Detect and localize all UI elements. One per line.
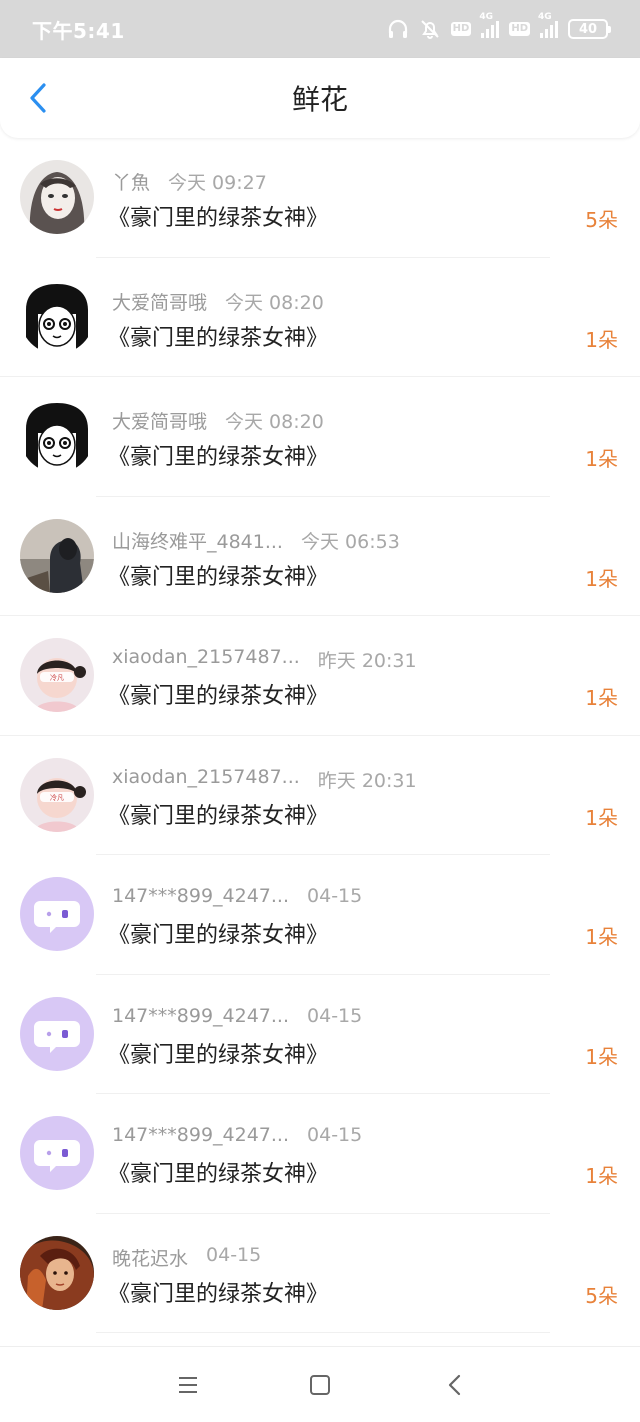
timestamp: 昨天 20:31	[317, 650, 417, 672]
svg-text:冷凡: 冷凡	[50, 793, 64, 802]
default-chat-avatar[interactable]	[20, 1116, 94, 1190]
flower-count: 5朵	[585, 208, 618, 232]
timestamp: 04-15	[307, 1124, 363, 1146]
timestamp: 昨天 20:31	[317, 769, 417, 792]
book-title[interactable]: 《豪门里的绿茶女神》	[108, 1037, 328, 1069]
list-item[interactable]: 大爱简哥哦 今天 08:20 《豪门里的绿茶女神》 1朵	[0, 377, 640, 497]
battery-icon: 40	[568, 19, 611, 39]
item-meta: xiaodan_2157487... 昨天 20:31	[112, 766, 417, 793]
list-item[interactable]: 山海终难平_4841... 今天 06:53 《豪门里的绿茶女神》 1朵	[0, 497, 640, 616]
list-item[interactable]: 丫魚 今天 09:27 《豪门里的绿茶女神》 5朵	[0, 138, 640, 258]
default-chat-avatar[interactable]	[20, 877, 94, 951]
item-meta: 大爱简哥哦 今天 08:20	[112, 407, 324, 434]
book-title[interactable]: 《豪门里的绿茶女神》	[108, 1156, 328, 1188]
list-item[interactable]: 大爱简哥哦 今天 08:20 《豪门里的绿茶女神》 1朵	[0, 258, 640, 377]
system-back-button[interactable]	[440, 1371, 468, 1399]
bell-muted-icon	[419, 19, 441, 39]
flower-count: 1朵	[585, 566, 618, 591]
page-title: 鲜花	[291, 83, 348, 116]
chevron-left-icon	[30, 83, 46, 113]
flower-count: 1朵	[585, 1044, 618, 1069]
illustration-avatar[interactable]	[20, 1235, 94, 1310]
user-name: 山海终难平_4841...	[112, 530, 283, 553]
user-name: 大爱简哥哦	[112, 411, 208, 433]
book-title[interactable]: 《豪门里的绿茶女神》	[108, 917, 328, 949]
headphones-icon	[387, 19, 409, 39]
item-meta: 丫魚 今天 09:27	[112, 168, 267, 195]
timestamp: 04-15	[307, 1004, 363, 1027]
user-name: xiaodan_2157487...	[112, 765, 300, 788]
system-nav-bar	[0, 1346, 640, 1422]
divider	[96, 1332, 550, 1333]
item-meta: xiaodan_2157487... 昨天 20:31	[112, 646, 417, 673]
back-button[interactable]	[18, 78, 58, 118]
girl-sketch-avatar[interactable]	[20, 160, 94, 234]
item-meta: 147***899_4247... 04-15	[112, 885, 362, 907]
user-name: xiaodan_2157487...	[112, 646, 300, 668]
baby-photo-avatar[interactable]: 冷凡	[20, 757, 94, 832]
list-item[interactable]: 晚花迟水 04-15 《豪门里的绿茶女神》 5朵	[0, 1214, 640, 1333]
user-name: 大爱简哥哦	[112, 291, 208, 314]
home-button[interactable]	[306, 1371, 334, 1399]
menu-button[interactable]	[174, 1371, 202, 1399]
battery-level: 40	[578, 21, 598, 37]
user-name: 丫魚	[112, 172, 151, 194]
list-item[interactable]: 147***899_4247... 04-15 《豪门里的绿茶女神》 1朵	[0, 975, 640, 1094]
manga-girl-avatar[interactable]	[20, 399, 94, 473]
hd-badge: HD	[450, 22, 472, 36]
flower-count: 1朵	[585, 805, 618, 830]
flower-count: 5朵	[585, 1283, 618, 1308]
svg-text:冷凡: 冷凡	[50, 673, 64, 682]
timestamp: 今天 06:53	[300, 530, 400, 553]
book-title[interactable]: 《豪门里的绿茶女神》	[108, 320, 328, 352]
home-square-icon	[310, 1375, 330, 1395]
signal-icon: 4G	[538, 12, 558, 38]
user-name: 147***899_4247...	[112, 885, 290, 907]
timestamp: 04-15	[206, 1243, 262, 1266]
book-title[interactable]: 《豪门里的绿茶女神》	[108, 798, 328, 830]
book-title[interactable]: 《豪门里的绿茶女神》	[108, 678, 328, 710]
item-meta: 147***899_4247... 04-15	[112, 1124, 362, 1146]
book-title[interactable]: 《豪门里的绿茶女神》	[108, 439, 328, 471]
book-title[interactable]: 《豪门里的绿茶女神》	[108, 1276, 328, 1308]
item-meta: 晚花迟水 04-15	[112, 1244, 261, 1271]
header: 鲜花	[0, 58, 640, 138]
list-item[interactable]: 冷凡 xiaodan_2157487... 昨天 20:31 《豪门里的绿茶女神》 1朵	[0, 616, 640, 736]
flower-count: 1朵	[585, 447, 618, 471]
flower-count: 1朵	[585, 925, 618, 949]
status-bar: 下午5:41 HD 4G HD 4G 40	[0, 0, 640, 58]
flower-list: 丫魚 今天 09:27 《豪门里的绿茶女神》 5朵 大爱简哥哦 今天 08:20 《豪门里的…	[0, 138, 640, 1333]
photo-avatar[interactable]	[20, 518, 94, 593]
baby-photo-avatar[interactable]: 冷凡	[20, 638, 94, 712]
flower-count: 1朵	[585, 327, 618, 352]
user-name: 147***899_4247...	[112, 1004, 290, 1027]
list-item[interactable]: 冷凡 xiaodan_2157487... 昨天 20:31 《豪门里的绿茶女神》 1朵	[0, 736, 640, 855]
manga-girl-avatar[interactable]	[20, 279, 94, 354]
timestamp: 今天 09:27	[168, 172, 267, 194]
timestamp: 今天 08:20	[225, 411, 324, 433]
flower-count: 1朵	[585, 686, 618, 710]
network-type: 4G	[479, 12, 493, 22]
hd-badge: HD	[509, 22, 530, 36]
list-item[interactable]: 147***899_4247... 04-15 《豪门里的绿茶女神》 1朵	[0, 1094, 640, 1214]
book-title[interactable]: 《豪门里的绿茶女神》	[108, 200, 328, 232]
menu-icon	[179, 1377, 197, 1393]
network-type: 4G	[538, 12, 552, 22]
item-meta: 山海终难平_4841... 今天 06:53	[112, 527, 400, 554]
user-name: 147***899_4247...	[112, 1124, 290, 1146]
flower-count: 1朵	[585, 1164, 618, 1188]
user-name: 晚花迟水	[112, 1247, 189, 1270]
status-time: 下午5:41	[32, 18, 125, 43]
item-meta: 大爱简哥哦 今天 08:20	[112, 288, 324, 315]
timestamp: 今天 08:20	[225, 291, 324, 314]
default-chat-avatar[interactable]	[20, 996, 94, 1071]
back-triangle-icon	[448, 1374, 461, 1396]
timestamp: 04-15	[307, 885, 363, 907]
list-item[interactable]: 147***899_4247... 04-15 《豪门里的绿茶女神》 1朵	[0, 855, 640, 975]
book-title[interactable]: 《豪门里的绿茶女神》	[108, 559, 328, 591]
signal-icon: 4G	[479, 12, 500, 38]
item-meta: 147***899_4247... 04-15	[112, 1005, 362, 1027]
status-icons: HD 4G HD 4G 40	[387, 12, 611, 39]
